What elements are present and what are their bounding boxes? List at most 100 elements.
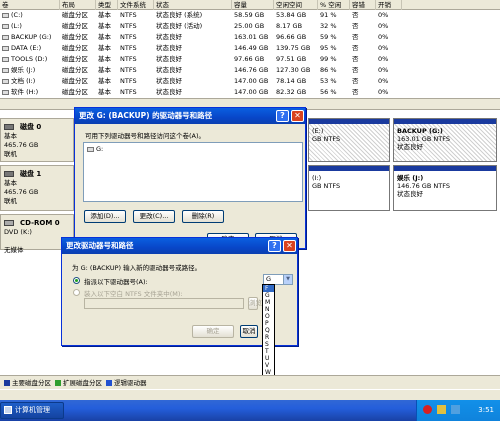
chevron-down-icon[interactable]: ▼ xyxy=(283,275,292,284)
volume-cell: 否 xyxy=(350,43,376,54)
task-button-computer-management[interactable]: 计算机管理 xyxy=(0,402,64,419)
partition-backup-g[interactable]: BACKUP (G:) 163.01 GB NTFS 状态良好 xyxy=(393,118,497,162)
change-button[interactable]: 更改(C)... xyxy=(133,210,175,223)
ok-button[interactable]: 确定 xyxy=(192,325,234,338)
column-header-filesystem[interactable]: 文件系统 xyxy=(118,0,154,10)
delete-button[interactable]: 删除(R) xyxy=(182,210,224,223)
volume-cell: TOOLS (D:) xyxy=(0,54,60,65)
volume-cell-text: (C:) xyxy=(11,11,23,19)
dropdown-option[interactable]: F xyxy=(263,285,274,292)
volume-cell-text: 95 % xyxy=(320,44,337,52)
volume-cell: NTFS xyxy=(118,87,154,98)
column-header-fault-tolerance[interactable]: 容错 xyxy=(350,0,376,10)
partition-name: BACKUP (G:) xyxy=(397,127,443,135)
dropdown-option[interactable]: T xyxy=(263,348,274,355)
volume-cell-text: 91 % xyxy=(320,11,337,19)
add-button[interactable]: 添加(D)... xyxy=(84,210,126,223)
volume-cell: NTFS xyxy=(118,54,154,65)
disk-0-label[interactable]: 磁盘 0 基本 465.76 GB 联机 xyxy=(0,118,74,162)
column-header-percent-free[interactable]: % 空闲 xyxy=(318,0,350,10)
volume-cell-text: 磁盘分区 xyxy=(62,88,88,96)
disk-1-label[interactable]: 磁盘 1 基本 465.76 GB 联机 xyxy=(0,165,74,211)
volume-cell: 0% xyxy=(376,54,402,65)
help-button[interactable]: ? xyxy=(268,240,281,252)
partition-status: 状态良好 xyxy=(397,143,423,151)
dropdown-option[interactable]: Q xyxy=(263,327,274,334)
dropdown-option[interactable]: G xyxy=(263,292,274,299)
dropdown-option[interactable]: S xyxy=(263,341,274,348)
column-header-overhead[interactable]: 开销 xyxy=(376,0,402,10)
dropdown-option[interactable]: O xyxy=(263,313,274,320)
drive-path-list[interactable]: G: xyxy=(83,142,303,202)
security-alert-icon[interactable] xyxy=(423,405,432,414)
volume-cell: 磁盘分区 xyxy=(60,32,96,43)
volume-cell-text: 86 % xyxy=(320,66,337,74)
volume-cell: 基本 xyxy=(96,87,118,98)
partition-e[interactable]: (E:) GB NTFS xyxy=(308,118,390,162)
volume-row[interactable]: 娱乐 (J:) 磁盘分区 基本 NTFS 状态良好 146.76 GB 127.30 GB 8… xyxy=(0,65,500,76)
volume-cell-text: BACKUP (G:) xyxy=(11,33,52,41)
volume-cell: 95 % xyxy=(318,43,350,54)
column-header-type[interactable]: 类型 xyxy=(96,0,118,10)
volume-row[interactable]: TOOLS (D:) 磁盘分区 基本 NTFS 状态良好 97.66 GB 97.51 GB… xyxy=(0,54,500,65)
cancel-button[interactable]: 取消 xyxy=(240,325,258,338)
volume-cell-text: 磁盘分区 xyxy=(62,11,88,19)
volume-cell: 146.49 GB xyxy=(232,43,274,54)
volume-icon xyxy=(2,12,9,18)
computer-management-icon xyxy=(4,406,12,414)
assign-letter-label: 指派以下驱动器号(A): xyxy=(84,278,148,286)
volume-icon xyxy=(2,89,9,95)
mount-folder-radio[interactable] xyxy=(73,289,80,296)
dropdown-option[interactable]: M xyxy=(263,299,274,306)
partition-i[interactable]: (I:) GB NTFS xyxy=(308,165,390,211)
list-item[interactable]: G: xyxy=(84,143,302,155)
partition-j[interactable]: 娱乐 (J:) 146.76 GB NTFS 状态良好 xyxy=(393,165,497,211)
mount-folder-path-input[interactable] xyxy=(84,298,244,309)
volume-row[interactable]: (L:) 磁盘分区 基本 NTFS 状态良好 (活动) 25.00 GB 8.17 GB 32… xyxy=(0,21,500,32)
volume-row[interactable]: 软件 (H:) 磁盘分区 基本 NTFS 状态良好 147.00 GB 82.32 GB 56… xyxy=(0,87,500,98)
column-header-capacity[interactable]: 容量 xyxy=(232,0,274,10)
dropdown-option[interactable]: R xyxy=(263,334,274,341)
volume-cell: 状态良好 xyxy=(154,76,232,87)
column-header-layout[interactable]: 布局 xyxy=(60,0,96,10)
volume-cell: 磁盘分区 xyxy=(60,43,96,54)
volume-cell-text: 58.59 GB xyxy=(234,11,265,19)
volume-row[interactable]: (C:) 磁盘分区 基本 NTFS 状态良好 (系统) 58.59 GB 53.84 GB 9… xyxy=(0,10,500,21)
close-button[interactable]: ✕ xyxy=(283,240,296,252)
volume-row[interactable]: BACKUP (G:) 磁盘分区 基本 NTFS 状态良好 163.01 GB 96.66 … xyxy=(0,32,500,43)
volume-cell-text: 97.66 GB xyxy=(234,55,265,63)
volume-cell-text: 146.76 GB xyxy=(234,66,269,74)
help-button[interactable]: ? xyxy=(276,110,289,122)
disk-status: 联机 xyxy=(4,197,17,205)
volume-row[interactable]: 文档 (I:) 磁盘分区 基本 NTFS 状态良好 147.00 GB 78.14 GB 53… xyxy=(0,76,500,87)
network-icon[interactable] xyxy=(451,405,460,414)
dropdown-option[interactable]: N xyxy=(263,306,274,313)
column-header-free-space[interactable]: 空闲空间 xyxy=(274,0,318,10)
legend-label: 扩展磁盘分区 xyxy=(63,379,102,387)
volume-cell: 147.00 GB xyxy=(232,76,274,87)
dropdown-option[interactable]: V xyxy=(263,362,274,369)
assign-letter-radio[interactable] xyxy=(73,277,80,284)
browse-button[interactable]: 浏览 xyxy=(248,297,262,310)
volume-cell-text: 147.00 GB xyxy=(234,77,269,85)
volume-cell: 软件 (H:) xyxy=(0,87,60,98)
partition-name: (I:) xyxy=(312,174,322,182)
volume-cell: 91 % xyxy=(318,10,350,21)
shield-icon[interactable] xyxy=(437,405,446,414)
volume-cell: 25.00 GB xyxy=(232,21,274,32)
legend-swatch xyxy=(55,380,61,386)
volume-cell: 53.84 GB xyxy=(274,10,318,21)
partition-name: (E:) xyxy=(312,127,324,135)
volume-cell: 基本 xyxy=(96,43,118,54)
partition-name: 娱乐 (J:) xyxy=(397,174,424,182)
dropdown-option[interactable]: U xyxy=(263,355,274,362)
dropdown-option[interactable]: P xyxy=(263,320,274,327)
volume-row[interactable]: DATA (E:) 磁盘分区 基本 NTFS 状态良好 146.49 GB 139.75 G… xyxy=(0,43,500,54)
volume-cell: 磁盘分区 xyxy=(60,10,96,21)
column-header-status[interactable]: 状态 xyxy=(154,0,232,10)
close-button[interactable]: ✕ xyxy=(291,110,304,122)
volume-cell: 状态良好 xyxy=(154,32,232,43)
volume-icon xyxy=(2,78,9,84)
column-header-volume[interactable]: 卷 xyxy=(0,0,60,10)
volume-cell-text: 软件 (H:) xyxy=(11,88,39,96)
